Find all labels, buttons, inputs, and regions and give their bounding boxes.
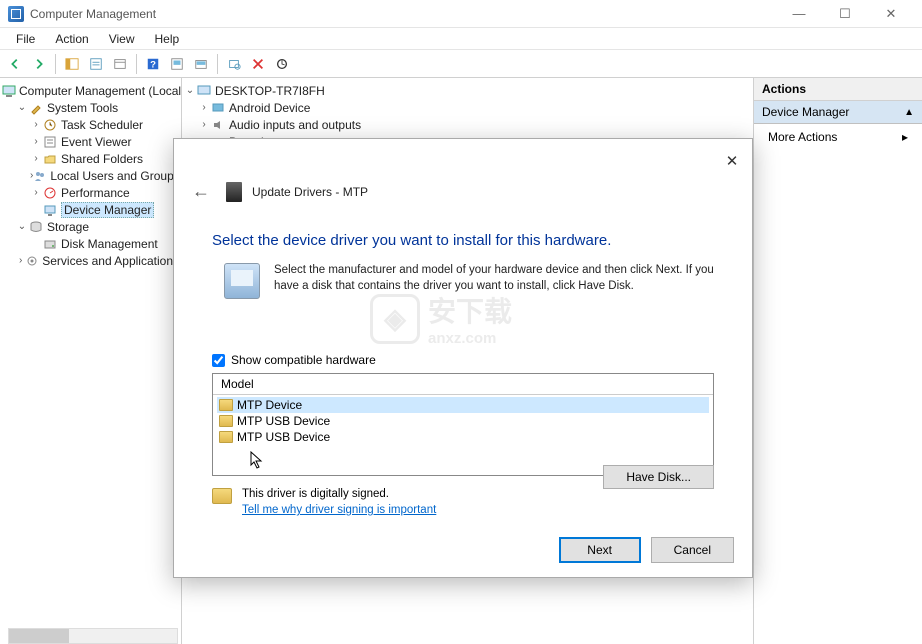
menu-action[interactable]: Action [45, 30, 98, 48]
services-icon [25, 253, 39, 269]
export-list-button[interactable] [109, 53, 131, 75]
actions-more[interactable]: More Actions ▸ [754, 124, 922, 150]
toolbar-icon[interactable] [190, 53, 212, 75]
titlebar: Computer Management — ☐ ✕ [0, 0, 922, 28]
expand-icon[interactable]: › [30, 187, 42, 198]
device-android[interactable]: › Android Device [184, 99, 751, 116]
tree-performance[interactable]: › Performance [2, 184, 179, 201]
maximize-button[interactable]: ☐ [822, 0, 868, 28]
monitor-icon [210, 100, 226, 116]
collapse-icon[interactable]: ⌄ [16, 102, 28, 113]
event-log-icon [42, 134, 58, 150]
driver-icon [219, 431, 233, 443]
toolbar: ? [0, 50, 922, 78]
refresh-button[interactable] [271, 53, 293, 75]
expand-icon[interactable]: › [16, 255, 25, 266]
tree-root[interactable]: Computer Management (Local) [2, 82, 179, 99]
nav-back-button[interactable] [4, 53, 26, 75]
toolbar-separator [217, 54, 218, 74]
show-compatible-checkbox[interactable] [212, 354, 225, 367]
dialog-instructions: Select the manufacturer and model of you… [274, 263, 714, 299]
tools-icon [28, 100, 44, 116]
storage-icon [28, 219, 44, 235]
actions-section[interactable]: Device Manager ▲ [754, 101, 922, 124]
actions-header: Actions [754, 78, 922, 101]
chevron-right-icon: ▸ [902, 130, 908, 144]
properties-button[interactable] [85, 53, 107, 75]
driver-icon [219, 399, 233, 411]
expand-icon[interactable]: › [198, 119, 210, 130]
device-host[interactable]: ⌄ DESKTOP-TR7I8FH [184, 82, 751, 99]
collapse-icon[interactable]: ⌄ [184, 85, 196, 96]
toolbar-separator [136, 54, 137, 74]
tree-disk-management[interactable]: Disk Management [2, 235, 179, 252]
tree-device-manager[interactable]: Device Manager [2, 201, 179, 218]
device-manager-icon [42, 202, 58, 218]
menubar: File Action View Help [0, 28, 922, 50]
tree-shared-folders[interactable]: › Shared Folders [2, 150, 179, 167]
collapse-icon[interactable]: ⌄ [16, 221, 28, 232]
window-controls: — ☐ ✕ [776, 0, 914, 28]
window-title: Computer Management [30, 7, 156, 21]
tree-local-users[interactable]: › Local Users and Groups [2, 167, 179, 184]
computer-icon [2, 83, 16, 99]
driver-item[interactable]: MTP Device [217, 397, 709, 413]
tree-task-scheduler[interactable]: › Task Scheduler [2, 116, 179, 133]
device-icon [226, 182, 242, 202]
speaker-icon [210, 117, 226, 133]
shared-folder-icon [42, 151, 58, 167]
console-tree-pane[interactable]: Computer Management (Local) ⌄ System Too… [0, 78, 182, 644]
device-audio[interactable]: › Audio inputs and outputs [184, 116, 751, 133]
nav-forward-button[interactable] [28, 53, 50, 75]
actions-pane: Actions Device Manager ▲ More Actions ▸ [754, 78, 922, 644]
signed-icon [212, 488, 232, 504]
help-button[interactable]: ? [142, 53, 164, 75]
model-column-header[interactable]: Model [213, 374, 713, 395]
toolbar-separator [55, 54, 56, 74]
have-disk-button[interactable]: Have Disk... [603, 465, 714, 489]
hardware-icon [224, 263, 260, 299]
disk-icon [42, 236, 58, 252]
menu-file[interactable]: File [6, 30, 45, 48]
menu-view[interactable]: View [99, 30, 145, 48]
tree-system-tools[interactable]: ⌄ System Tools [2, 99, 179, 116]
toolbar-icon[interactable] [166, 53, 188, 75]
driver-icon [219, 415, 233, 427]
dialog-close-button[interactable]: ✕ [720, 149, 744, 173]
driver-item[interactable]: MTP USB Device [217, 429, 709, 445]
minimize-button[interactable]: — [776, 0, 822, 28]
collapse-icon[interactable]: ▲ [904, 107, 914, 118]
signed-status: This driver is digitally signed. [242, 488, 436, 500]
tree-storage[interactable]: ⌄ Storage [2, 218, 179, 235]
tree-services-apps[interactable]: › Services and Applications [2, 252, 179, 269]
driver-item[interactable]: MTP USB Device [217, 413, 709, 429]
expand-icon[interactable]: › [198, 102, 210, 113]
show-hide-tree-button[interactable] [61, 53, 83, 75]
update-drivers-dialog: ✕ ← Update Drivers - MTP Select the devi… [173, 138, 753, 578]
app-icon [8, 6, 24, 22]
tree-event-viewer[interactable]: › Event Viewer [2, 133, 179, 150]
cancel-button[interactable]: Cancel [651, 537, 734, 563]
menu-help[interactable]: Help [145, 30, 190, 48]
expand-icon[interactable]: › [30, 119, 42, 130]
close-button[interactable]: ✕ [868, 0, 914, 28]
show-compatible-label[interactable]: Show compatible hardware [231, 353, 376, 367]
dialog-back-button[interactable]: ← [186, 179, 216, 204]
performance-icon [42, 185, 58, 201]
horizontal-scrollbar[interactable] [8, 628, 178, 644]
signing-info-link[interactable]: Tell me why driver signing is important [242, 504, 436, 516]
dialog-headline: Select the device driver you want to ins… [174, 214, 752, 257]
scan-hardware-button[interactable] [223, 53, 245, 75]
clock-icon [42, 117, 58, 133]
dialog-title: Update Drivers - MTP [252, 185, 368, 199]
uninstall-device-button[interactable] [247, 53, 269, 75]
users-icon [33, 168, 47, 184]
expand-icon[interactable]: › [30, 153, 42, 164]
next-button[interactable]: Next [559, 537, 641, 563]
svg-text:?: ? [150, 59, 156, 70]
computer-icon [196, 83, 212, 99]
expand-icon[interactable]: › [30, 136, 42, 147]
driver-list[interactable]: Model MTP Device MTP USB Device MTP USB … [212, 373, 714, 476]
